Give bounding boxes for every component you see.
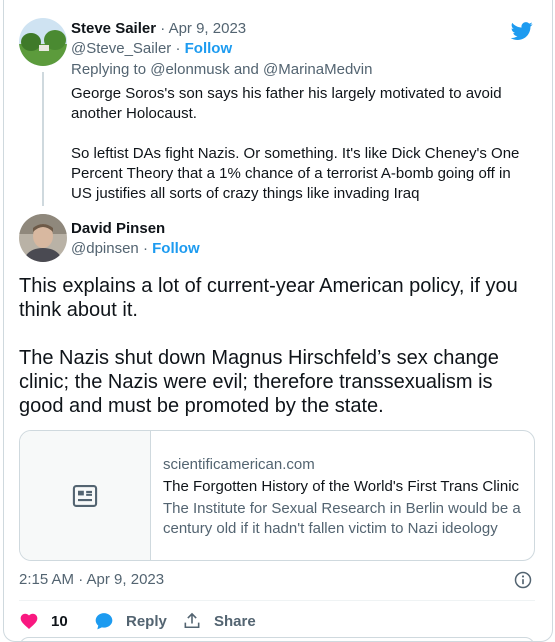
link-description: The Institute for Sexual Research in Ber… [163,500,521,537]
author-handle[interactable]: @dpinsen [71,240,139,257]
like-count: 10 [51,612,68,630]
quoted-tweet-text: George Soros's son says his father his l… [71,84,521,224]
author-name[interactable]: David Pinsen [71,220,165,237]
avatar[interactable] [19,18,67,66]
mention-link[interactable]: @MarinaMedvin [263,61,372,78]
divider [19,600,535,601]
main-tweet-text: This explains a lot of current-year Amer… [19,274,539,442]
avatar[interactable] [19,214,67,262]
separator: · [138,240,153,257]
tweet-paragraph: This explains a lot of current-year Amer… [19,275,518,321]
heart-icon [20,613,38,629]
author-handle[interactable]: @Steve_Sailer [71,40,171,57]
mention-link[interactable]: @elonmusk [150,61,229,78]
link-thumbnail [20,431,151,560]
quoted-author-row: Steve Sailer · Apr 9, 2023 [71,20,246,38]
thread-line [42,72,44,206]
link-body: scientificamerican.com The Forgotten His… [163,455,523,539]
info-icon[interactable] [513,570,533,590]
replying-prefix: Replying to [71,61,147,78]
author-name[interactable]: Steve Sailer [71,20,156,37]
tweet-date[interactable]: Apr 9, 2023 [169,20,247,37]
read-replies-button[interactable] [19,637,535,642]
separator: · [171,40,185,57]
share-label: Share [214,612,256,630]
reply-bubble-icon [95,613,113,630]
follow-button[interactable]: Follow [152,240,200,257]
link-preview-card[interactable]: scientificamerican.com The Forgotten His… [19,430,535,561]
link-domain: scientificamerican.com [163,456,315,473]
quoted-handle-row: @Steve_Sailer · Follow [71,40,232,58]
tweet-timestamp[interactable]: 2:15 AM · Apr 9, 2023 [19,571,164,588]
reply-button[interactable]: Reply [94,610,167,632]
share-icon [184,612,200,629]
link-title: The Forgotten History of the World's Fir… [163,478,520,495]
article-icon [72,485,98,507]
twitter-bird-icon[interactable] [509,20,535,42]
main-handle-row: @dpinsen · Follow [71,240,200,258]
replying-and: and [233,61,259,78]
share-button[interactable]: Share [182,610,256,632]
main-author-row: David Pinsen [71,220,165,238]
replying-to: Replying to @elonmusk and @MarinaMedvin [71,61,372,78]
reply-label: Reply [126,612,167,630]
tweet-paragraph: The Nazis shut down Magnus Hirschfeld’s … [19,347,499,417]
like-button[interactable]: 10 [19,610,68,632]
follow-button[interactable]: Follow [185,40,233,57]
tweet-paragraph: George Soros's son says his father his l… [71,85,502,122]
separator: · [156,20,169,37]
tweet-paragraph: So leftist DAs fight Nazis. Or something… [71,145,520,202]
